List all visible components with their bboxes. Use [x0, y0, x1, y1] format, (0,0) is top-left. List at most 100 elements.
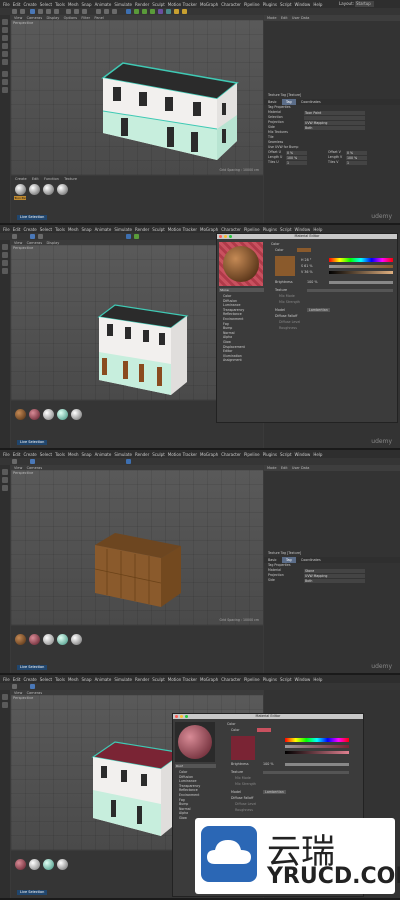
selection-field[interactable]	[304, 115, 365, 120]
material-ball[interactable]	[57, 634, 68, 645]
material-menu-create[interactable]: Create	[15, 177, 27, 181]
model-select[interactable]: Lambertian	[307, 308, 330, 312]
edges-mode-icon[interactable]	[2, 51, 8, 57]
menu-simulate[interactable]: Simulate	[114, 677, 132, 682]
menu-file[interactable]: File	[3, 452, 10, 457]
menu-plugins[interactable]: Plugins	[263, 677, 277, 682]
value-slider[interactable]	[285, 751, 349, 754]
close-icon[interactable]	[175, 715, 178, 718]
menu-file[interactable]: File	[3, 227, 10, 232]
saturation-value[interactable]: S 61 %	[301, 264, 313, 268]
menu-edit[interactable]: Edit	[13, 2, 21, 7]
snap-icon[interactable]	[2, 71, 8, 77]
side-select[interactable]: Both	[304, 578, 365, 583]
material-name-field[interactable]: Stone	[219, 288, 264, 292]
material-menu-texture[interactable]: Texture	[64, 177, 77, 181]
material-name-field[interactable]: Roof	[175, 764, 216, 768]
material-ball[interactable]	[57, 859, 68, 870]
attr-menu-edit[interactable]: Edit	[281, 16, 288, 20]
material-ball[interactable]	[71, 634, 82, 645]
attr-menu-user-data[interactable]: User Data	[292, 16, 309, 20]
menu-sculpt[interactable]: Sculpt	[152, 2, 165, 7]
make-editable-icon[interactable]	[2, 469, 8, 475]
menu-sculpt[interactable]: Sculpt	[152, 227, 165, 232]
menu-motion-tracker[interactable]: Motion Tracker	[168, 2, 197, 7]
material-ball[interactable]	[15, 634, 26, 645]
side-select[interactable]: Both	[304, 125, 365, 130]
light-icon[interactable]	[182, 9, 187, 14]
undo-icon[interactable]	[12, 459, 17, 464]
menu-snap[interactable]: Snap	[81, 227, 91, 232]
menu-help[interactable]: Help	[313, 452, 322, 457]
menu-animate[interactable]: Animate	[95, 452, 112, 457]
menu-select[interactable]: Select	[40, 677, 52, 682]
attr-menu-edit[interactable]: Edit	[281, 466, 288, 470]
maximize-icon[interactable]	[229, 235, 232, 238]
menu-sculpt[interactable]: Sculpt	[152, 452, 165, 457]
layout-select[interactable]: Startup	[355, 1, 374, 7]
render-settings-icon[interactable]	[112, 9, 117, 14]
material-ball[interactable]	[57, 184, 68, 195]
x-axis-icon[interactable]	[66, 9, 71, 14]
menu-animate[interactable]: Animate	[95, 227, 112, 232]
brightness-slider[interactable]	[329, 281, 393, 284]
array-icon[interactable]	[150, 9, 155, 14]
brightness-slider[interactable]	[285, 763, 349, 766]
menu-simulate[interactable]: Simulate	[114, 227, 132, 232]
redo-icon[interactable]	[20, 9, 25, 14]
material-ball[interactable]	[15, 409, 26, 420]
saturation-slider[interactable]	[329, 265, 393, 268]
texture-field[interactable]	[263, 771, 349, 774]
menu-mesh[interactable]: Mesh	[68, 677, 79, 682]
maximize-icon[interactable]	[185, 715, 188, 718]
make-editable-icon[interactable]	[2, 694, 8, 700]
menu-edit[interactable]: Edit	[13, 452, 21, 457]
menu-select[interactable]: Select	[40, 2, 52, 7]
hue-value[interactable]: H 28 °	[301, 258, 311, 262]
menu-animate[interactable]: Animate	[95, 2, 112, 7]
menu-create[interactable]: Create	[23, 227, 36, 232]
menu-pipeline[interactable]: Pipeline	[244, 227, 260, 232]
lock-icon[interactable]	[2, 87, 8, 93]
viewport[interactable]: View Cameras Perspective Grid Spacing : …	[11, 465, 263, 625]
menu-render[interactable]: Render	[135, 677, 149, 682]
points-mode-icon[interactable]	[2, 268, 8, 274]
offset-u-field[interactable]: 0 %	[286, 150, 307, 155]
color-picker-preview[interactable]	[275, 256, 295, 276]
menu-pipeline[interactable]: Pipeline	[244, 2, 260, 7]
menu-file[interactable]: File	[3, 677, 10, 682]
render-icon[interactable]	[104, 9, 109, 14]
tiles-u-field[interactable]: 1	[286, 160, 307, 165]
material-ball[interactable]	[29, 409, 40, 420]
menu-window[interactable]: Window	[295, 2, 311, 7]
menu-pipeline[interactable]: Pipeline	[244, 677, 260, 682]
points-mode-icon[interactable]	[2, 43, 8, 49]
cube-icon[interactable]	[126, 459, 131, 464]
menu-motion-tracker[interactable]: Motion Tracker	[168, 452, 197, 457]
menu-help[interactable]: Help	[313, 2, 322, 7]
cube-icon[interactable]	[126, 234, 131, 239]
menu-render[interactable]: Render	[135, 227, 149, 232]
menu-window[interactable]: Window	[295, 677, 311, 682]
texture-mode-icon[interactable]	[2, 485, 8, 491]
menu-simulate[interactable]: Simulate	[114, 452, 132, 457]
menu-select[interactable]: Select	[40, 227, 52, 232]
menu-animate[interactable]: Animate	[95, 677, 112, 682]
menu-sculpt[interactable]: Sculpt	[152, 677, 165, 682]
make-editable-icon[interactable]	[2, 244, 8, 250]
material-menu-edit[interactable]: Edit	[32, 177, 39, 181]
menu-edit[interactable]: Edit	[13, 677, 21, 682]
building-model[interactable]	[11, 15, 263, 175]
material-ball[interactable]	[29, 184, 40, 195]
channel-assignment[interactable]: Assignment	[217, 358, 267, 363]
spline-icon[interactable]	[134, 234, 139, 239]
texture-field[interactable]	[307, 289, 393, 292]
undo-icon[interactable]	[12, 684, 17, 689]
menu-select[interactable]: Select	[40, 452, 52, 457]
spline-icon[interactable]	[134, 9, 139, 14]
texture-mode-icon[interactable]	[2, 260, 8, 266]
menu-snap[interactable]: Snap	[81, 2, 91, 7]
menu-script[interactable]: Script	[280, 227, 292, 232]
menu-snap[interactable]: Snap	[81, 677, 91, 682]
attr-menu-user-data[interactable]: User Data	[292, 466, 309, 470]
